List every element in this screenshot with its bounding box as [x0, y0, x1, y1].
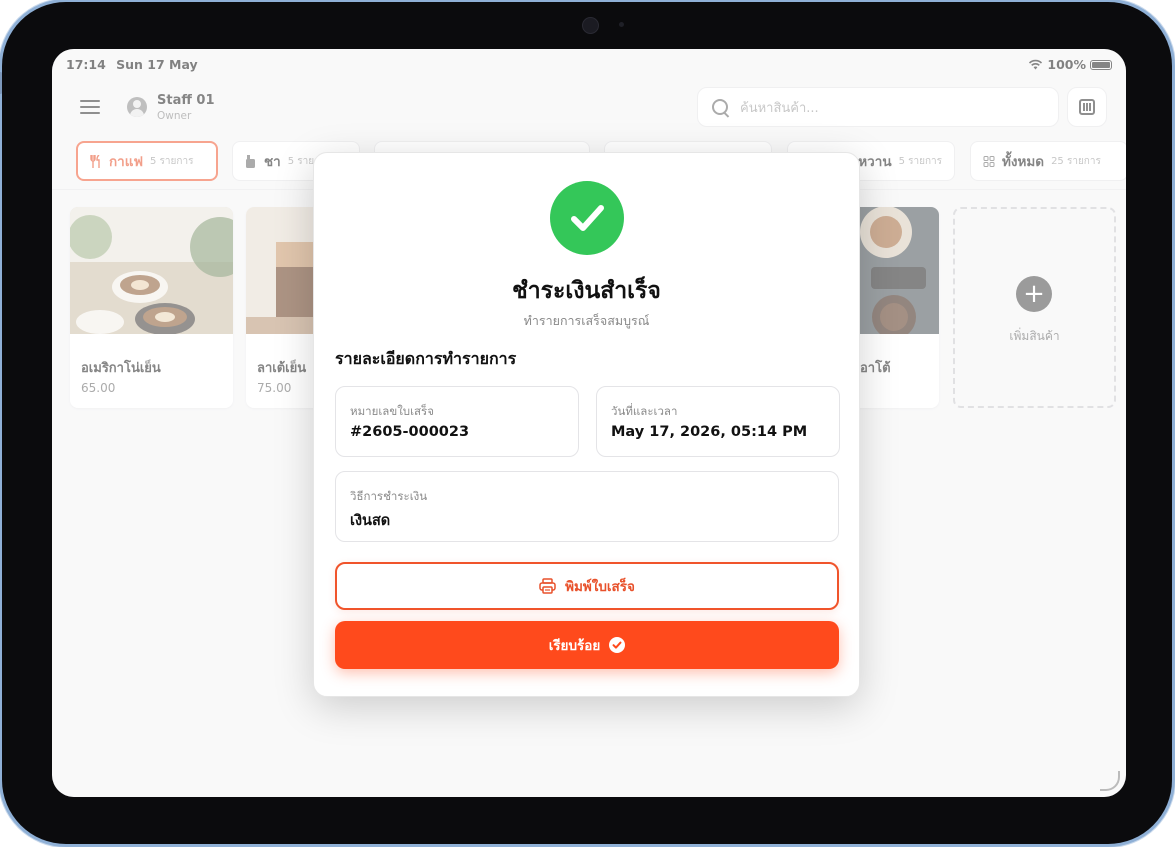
print-receipt-button[interactable]: พิมพ์ใบเสร็จ	[335, 562, 839, 610]
printer-icon	[539, 578, 556, 594]
side-button	[0, 72, 2, 94]
datetime-label: วันที่และเวลา	[611, 404, 678, 418]
receipt-number-value: #2605-000023	[350, 424, 470, 440]
front-camera	[582, 17, 599, 34]
dialog-title: ชำระเงินสำเร็จ	[512, 278, 661, 304]
dialog-subtitle: ทำรายการเสร็จสมบูรณ์	[523, 313, 650, 328]
payment-method-label: วิธีการชำระเงิน	[350, 489, 428, 503]
success-check-icon	[550, 181, 624, 255]
print-receipt-label: พิมพ์ใบเสร็จ	[565, 579, 635, 595]
payment-method-value: เงินสด	[350, 513, 391, 529]
section-title: รายละเอียดการทำรายการ	[335, 349, 517, 368]
done-label: เรียบร้อย	[548, 638, 601, 654]
check-icon	[609, 637, 626, 653]
payment-method-box: วิธีการชำระเงิน เงินสด	[335, 471, 839, 542]
receipt-number-label: หมายเลขใบเสร็จ	[350, 404, 434, 418]
receipt-number-box: หมายเลขใบเสร็จ #2605-000023	[335, 386, 579, 457]
payment-success-dialog: ชำระเงินสำเร็จ ทำรายการเสร็จสมบูรณ์ รายล…	[313, 152, 860, 697]
camera-sensor	[619, 22, 624, 27]
datetime-value: May 17, 2026, 05:14 PM	[611, 424, 808, 440]
datetime-box: วันที่และเวลา May 17, 2026, 05:14 PM	[596, 386, 840, 457]
done-button[interactable]: เรียบร้อย	[335, 621, 839, 669]
